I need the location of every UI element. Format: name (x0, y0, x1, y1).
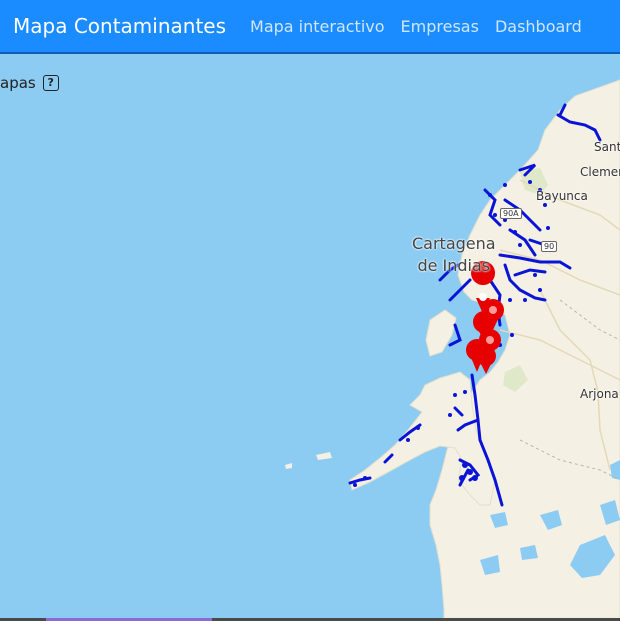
map-view[interactable]: Cartagenade Indias Bayunca Clemen Sant A… (0, 54, 620, 621)
nav-link-mapa-interactivo[interactable]: Mapa interactivo (250, 17, 385, 36)
town-label-clemencia: Clemen (580, 165, 620, 179)
town-label-arjona: Arjona (580, 387, 619, 401)
nav-link-dashboard[interactable]: Dashboard (495, 17, 582, 36)
top-navbar: Mapa Contaminantes Mapa interactivo Empr… (0, 0, 620, 54)
layers-control[interactable]: apas ? (0, 74, 59, 92)
town-label-bayunca: Bayunca (536, 189, 588, 203)
brand-title[interactable]: Mapa Contaminantes (13, 14, 226, 38)
city-label-cartagena: Cartagena de Indias (412, 234, 496, 275)
map-canvas[interactable] (0, 54, 620, 621)
layers-label: apas (0, 74, 36, 92)
help-button[interactable]: ? (42, 75, 59, 91)
road-shield: 90A (500, 208, 522, 219)
town-label-santa: Sant (594, 140, 620, 154)
nav-link-empresas[interactable]: Empresas (401, 17, 479, 36)
road-shield: 90 (541, 241, 558, 252)
